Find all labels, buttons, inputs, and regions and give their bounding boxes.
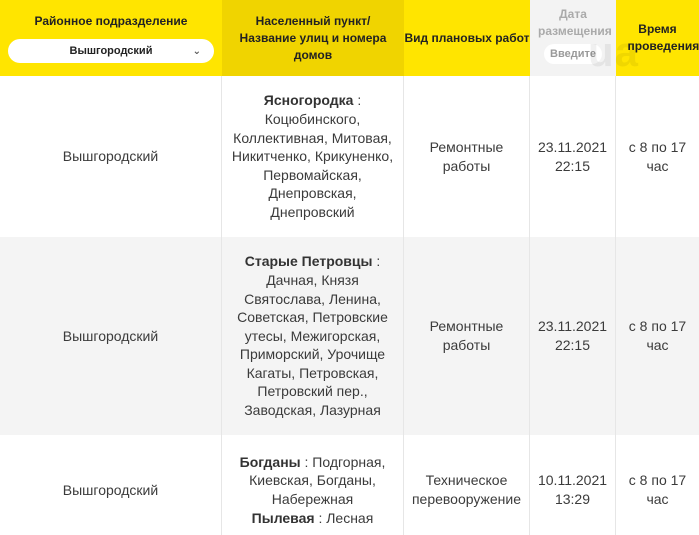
work-type-text: Ремонтные работы [429,318,504,353]
work-type-header-label: Вид плановых работ [404,30,530,45]
work-type-cell: Ремонтные работы [404,237,530,435]
date-cell: 23.11.2021 22:15 [530,237,616,435]
street-list: : Лесная [314,509,374,526]
time-text: с 8 по 17 час [628,318,687,353]
district-header-label: Районное подразделение [34,14,188,28]
district-select-value: Вышгородский [69,44,153,57]
address-cell: Богданы : Подгорная, Киевская, Богданы, … [222,435,404,535]
table-row: Вышгородский Старые Петровцы : Дачная, К… [0,237,699,435]
settlement-name: Старые Петровцы [244,253,373,270]
date-text: 10.11.2021 13:29 [537,472,608,507]
district-cell: Вышгородский [0,237,222,435]
work-type-cell: Техническое перевооружение [404,435,530,535]
district-cell: Вышгородский [0,76,222,237]
table-header: Районное подразделение Вышгородский ⌄ На… [0,0,699,76]
date-cell: 23.11.2021 22:15 [530,76,616,237]
date-text: 23.11.2021 22:15 [537,138,608,174]
district-cell: Вышгородский [0,435,222,535]
address-cell: Ясногородка : Коцюбинского, Коллективная… [222,76,404,237]
street-list: : Дачная, Князя Святослава, Ленина, Сове… [237,253,388,419]
settlement-name: Ясногородка [263,92,354,109]
address-cell: Старые Петровцы : Дачная, Князя Святосла… [222,237,404,435]
time-cell: с 8 по 17 час [616,435,699,535]
time-column-header: Время проведения [616,0,699,76]
time-cell: с 8 по 17 час [616,76,699,237]
date-header-label: Дата размещения [538,7,612,38]
address-column-header: Населенный пункт/Название улиц и номера … [222,0,404,76]
address-header-label: Населенный пункт/Название улиц и номера … [239,13,387,62]
district-column-header: Районное подразделение Вышгородский ⌄ [0,0,222,76]
district-select[interactable]: Вышгородский ⌄ [8,39,214,63]
table-row: Вышгородский Богданы : Подгорная, Киевск… [0,435,699,535]
work-type-text: Техническое перевооружение [411,472,522,507]
date-column-header: Дата размещения Введите [530,0,616,76]
street-list: : Коцюбинского, Коллективная, Митовая, Н… [231,92,394,220]
date-cell: 10.11.2021 13:29 [530,435,616,535]
date-text: 23.11.2021 22:15 [537,318,608,353]
time-header-label: Время проведения [627,22,699,53]
settlement-name: Богданы [239,453,301,470]
date-filter-input[interactable]: Введите [544,44,602,64]
table-row: Вышгородский Ясногородка : Коцюбинского,… [0,76,699,237]
settlement-name: Пылевая [251,509,315,526]
work-type-column-header: Вид плановых работ [404,0,530,76]
work-type-text: Ремонтные работы [429,138,504,174]
chevron-down-icon: ⌄ [192,46,201,57]
time-cell: с 8 по 17 час [616,237,699,435]
work-type-cell: Ремонтные работы [404,76,530,237]
time-text: с 8 по 17 час [628,472,687,507]
time-text: с 8 по 17 час [628,138,687,174]
